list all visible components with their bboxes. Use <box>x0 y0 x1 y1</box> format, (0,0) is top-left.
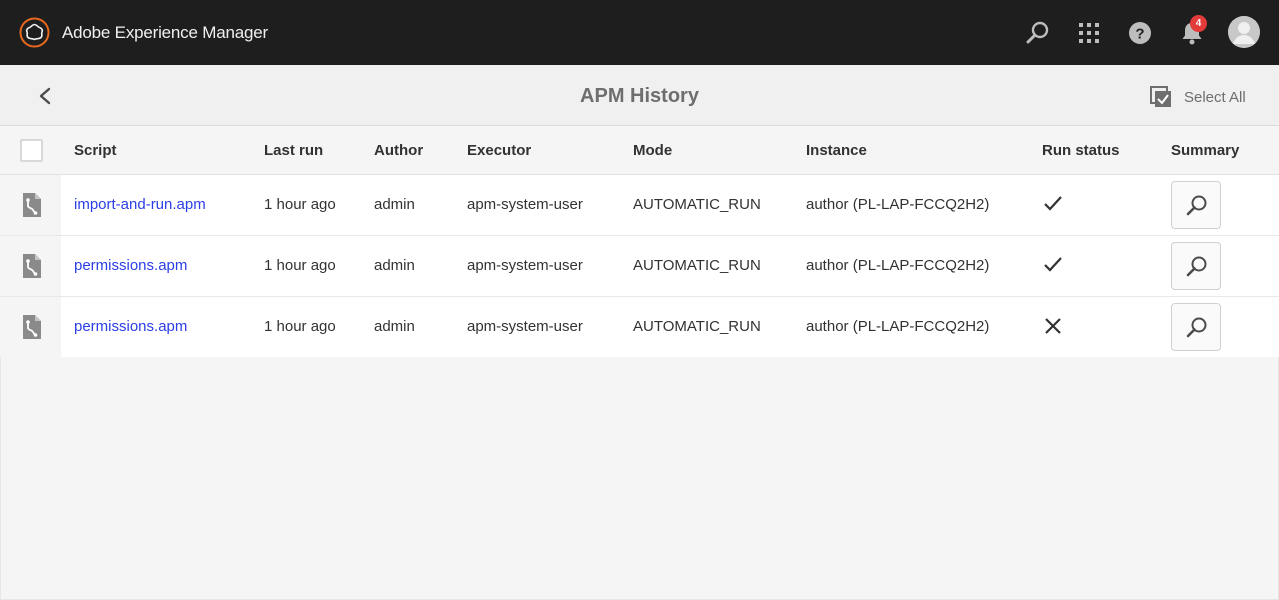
help-icon[interactable]: ? <box>1127 20 1153 46</box>
checkmark-icon <box>1044 257 1062 272</box>
select-all-button[interactable]: Select All <box>1150 84 1246 110</box>
author-cell: admin <box>374 196 415 213</box>
last-run-cell: 1 hour ago <box>264 257 336 274</box>
mode-cell: AUTOMATIC_RUN <box>633 257 761 274</box>
script-file-icon <box>23 193 41 217</box>
last-run-cell: 1 hour ago <box>264 196 336 213</box>
last-run-cell: 1 hour ago <box>264 318 336 335</box>
author-cell: admin <box>374 318 415 335</box>
mode-cell: AUTOMATIC_RUN <box>633 196 761 213</box>
column-header-author[interactable]: Author <box>374 142 423 159</box>
notification-badge: 4 <box>1190 15 1207 32</box>
cross-icon <box>1045 318 1061 334</box>
magnifier-icon <box>1186 195 1207 216</box>
table-row[interactable]: permissions.apm 1 hour ago admin apm-system… <box>0 236 1279 297</box>
search-icon[interactable] <box>1025 20 1051 46</box>
instance-cell: author (PL-LAP-FCCQ2H2) <box>806 318 990 335</box>
column-header-script[interactable]: Script <box>74 142 117 159</box>
select-all-checkbox[interactable] <box>20 139 43 162</box>
adobe-logo-icon[interactable] <box>19 17 50 48</box>
instance-cell: author (PL-LAP-FCCQ2H2) <box>806 196 990 213</box>
table-row[interactable]: permissions.apm 1 hour ago admin apm-system… <box>0 297 1279 358</box>
author-cell: admin <box>374 257 415 274</box>
column-header-last-run[interactable]: Last run <box>264 142 323 159</box>
shell-header: Adobe Experience Manager ? 4 <box>0 0 1279 65</box>
action-bar: APM History Select All <box>0 65 1279 126</box>
magnifier-icon <box>1186 256 1207 277</box>
apps-grid-icon[interactable] <box>1076 20 1102 46</box>
script-link[interactable]: permissions.apm <box>74 257 187 274</box>
app-title[interactable]: Adobe Experience Manager <box>62 22 268 44</box>
checkmark-icon <box>1044 196 1062 211</box>
table-header: Script Last run Author Executor Mode Ins… <box>0 126 1279 175</box>
executor-cell: apm-system-user <box>467 257 583 274</box>
select-all-icon <box>1150 86 1171 107</box>
row-select-cell[interactable] <box>0 297 61 357</box>
summary-button[interactable] <box>1171 181 1221 229</box>
column-header-mode[interactable]: Mode <box>633 142 672 159</box>
instance-cell: author (PL-LAP-FCCQ2H2) <box>806 257 990 274</box>
summary-button[interactable] <box>1171 242 1221 290</box>
executor-cell: apm-system-user <box>467 318 583 335</box>
row-select-cell[interactable] <box>0 236 61 296</box>
script-file-icon <box>23 315 41 339</box>
executor-cell: apm-system-user <box>467 196 583 213</box>
row-select-cell[interactable] <box>0 175 61 235</box>
magnifier-icon <box>1186 317 1207 338</box>
column-header-executor[interactable]: Executor <box>467 142 531 159</box>
column-header-run-status[interactable]: Run status <box>1042 142 1120 159</box>
script-link[interactable]: permissions.apm <box>74 318 187 335</box>
user-avatar-icon[interactable] <box>1228 16 1260 48</box>
column-header-instance[interactable]: Instance <box>806 142 867 159</box>
script-file-icon <box>23 254 41 278</box>
empty-content-area <box>0 357 1279 600</box>
summary-button[interactable] <box>1171 303 1221 351</box>
mode-cell: AUTOMATIC_RUN <box>633 318 761 335</box>
page-title: APM History <box>580 85 699 107</box>
svg-text:?: ? <box>1135 26 1144 43</box>
table-row[interactable]: import-and-run.apm 1 hour ago admin apm-sys… <box>0 175 1279 236</box>
column-header-summary[interactable]: Summary <box>1171 142 1239 159</box>
select-all-label: Select All <box>1184 88 1246 106</box>
script-link[interactable]: import-and-run.apm <box>74 196 206 213</box>
